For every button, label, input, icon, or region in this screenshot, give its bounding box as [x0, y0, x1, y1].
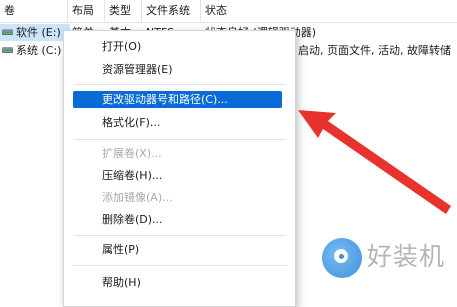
watermark-logo: 好装机	[320, 236, 457, 290]
watermark-text: 好装机	[367, 242, 446, 271]
watermark-logo-icon	[322, 238, 362, 278]
